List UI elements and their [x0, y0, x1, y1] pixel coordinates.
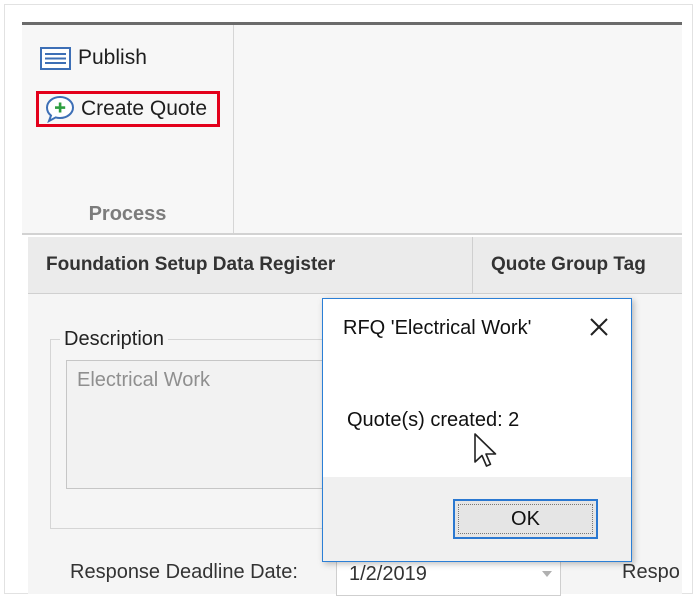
description-label: Description	[60, 328, 169, 351]
ok-button[interactable]: OK	[453, 499, 598, 539]
response-field-label-partial: Respo	[622, 561, 680, 583]
focus-outline	[458, 504, 593, 534]
ribbon-group-process: Publish Create Quote Process	[22, 25, 234, 233]
create-quote-label: Create Quote	[81, 97, 208, 120]
dialog-footer: OK	[323, 477, 631, 561]
tab-label: Foundation Setup Data Register	[46, 254, 336, 275]
ribbon-divider	[22, 233, 682, 235]
dialog-message: Quote(s) created: 2	[347, 409, 520, 431]
response-deadline-date-field[interactable]: 1/2/2019	[336, 556, 561, 596]
ribbon-group-label: Process	[88, 203, 167, 225]
speech-bubble-plus-icon	[45, 95, 75, 123]
dialog-title: RFQ 'Electrical Work'	[343, 317, 532, 339]
tab-quote-group-tag[interactable]: Quote Group Tag	[473, 237, 696, 293]
publish-button[interactable]: Publish	[40, 46, 147, 70]
description-field[interactable]: Electrical Work	[66, 360, 356, 489]
tab-foundation-setup-data-register[interactable]: Foundation Setup Data Register	[28, 237, 473, 293]
ribbon: Publish Create Quote Process	[22, 25, 682, 235]
chevron-down-icon[interactable]	[542, 571, 552, 577]
response-deadline-value: 1/2/2019	[349, 563, 427, 585]
publish-label: Publish	[78, 46, 147, 69]
tab-label: Quote Group Tag	[491, 254, 646, 275]
response-deadline-label: Response Deadline Date:	[70, 561, 298, 583]
tab-strip: Foundation Setup Data Register Quote Gro…	[28, 237, 682, 294]
list-icon	[40, 46, 71, 70]
message-dialog: RFQ 'Electrical Work' Quote(s) created: …	[322, 298, 632, 562]
mouse-pointer-icon	[472, 432, 502, 472]
close-icon[interactable]	[585, 313, 613, 341]
create-quote-button[interactable]: Create Quote	[36, 91, 220, 127]
